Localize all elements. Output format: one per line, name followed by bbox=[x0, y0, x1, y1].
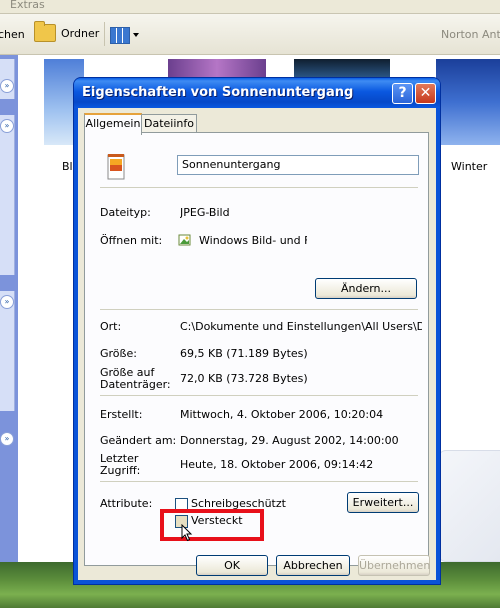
divider bbox=[100, 187, 418, 188]
divider bbox=[100, 481, 418, 482]
tab-dateiinfo[interactable]: Dateiinfo bbox=[141, 114, 197, 133]
folders-button-label: Ordner bbox=[61, 26, 100, 40]
modified-label: Geändert am: bbox=[100, 434, 177, 447]
opens-with-value: Windows Bild- und Fax bbox=[199, 234, 307, 247]
size-on-disk-value: 72,0 KB (73.728 Bytes) bbox=[180, 372, 308, 385]
collapse-chevron-icon[interactable]: » bbox=[0, 432, 14, 446]
size-value: 69,5 KB (71.189 Bytes) bbox=[180, 347, 308, 360]
views-grid-icon bbox=[110, 26, 130, 44]
toolbar-separator bbox=[104, 22, 105, 46]
filename-field[interactable]: Sonnenuntergang bbox=[177, 155, 419, 175]
menu-extras[interactable]: Extras bbox=[10, 0, 45, 11]
thumbnail-image[interactable] bbox=[294, 59, 390, 79]
explorer-toolbar: chen Ordner Norton AntiV bbox=[0, 14, 500, 55]
type-value: JPEG-Bild bbox=[180, 206, 230, 219]
accessed-value: Heute, 18. Oktober 2006, 09:14:42 bbox=[180, 458, 374, 471]
properties-dialog: Eigenschaften von Sonnenuntergang ? ✕ Al… bbox=[74, 78, 440, 584]
tab-panel-general: Sonnenuntergang Dateityp: JPEG-Bild Öffn… bbox=[84, 132, 429, 566]
dropdown-arrow-icon bbox=[133, 33, 139, 37]
location-label: Ort: bbox=[100, 320, 122, 333]
type-label: Dateityp: bbox=[100, 206, 151, 219]
menu-bar: Extras bbox=[0, 0, 500, 14]
background-graphic bbox=[438, 450, 500, 562]
red-highlight-box bbox=[160, 509, 264, 541]
mouse-cursor-icon bbox=[181, 524, 193, 542]
thumbnail-image[interactable] bbox=[168, 59, 266, 77]
attributes-label: Attribute: bbox=[100, 497, 153, 510]
location-value: C:\Dokumente und Einstellungen\All Users… bbox=[180, 320, 422, 333]
views-button[interactable] bbox=[110, 25, 144, 45]
task-pane-section bbox=[0, 115, 15, 275]
task-pane: » » » » bbox=[0, 55, 18, 565]
opens-with-label: Öffnen mit: bbox=[100, 234, 163, 247]
apply-button[interactable]: Übernehmen bbox=[358, 555, 430, 576]
picture-viewer-icon bbox=[178, 234, 191, 246]
task-pane-section bbox=[0, 291, 15, 411]
cancel-button[interactable]: Abbrechen bbox=[276, 555, 350, 576]
thumbnail-label[interactable]: Winter bbox=[451, 160, 487, 173]
dialog-title: Eigenschaften von Sonnenuntergang bbox=[82, 85, 354, 100]
size-label: Größe: bbox=[100, 347, 137, 360]
thumbnail-image[interactable] bbox=[436, 59, 500, 145]
image-file-icon bbox=[107, 154, 125, 180]
folders-button[interactable]: Ordner bbox=[34, 21, 100, 44]
divider bbox=[100, 395, 418, 396]
folder-icon bbox=[34, 21, 56, 42]
accessed-label-line2: Zugriff: bbox=[100, 464, 141, 477]
help-button[interactable]: ? bbox=[392, 83, 413, 104]
divider bbox=[100, 309, 418, 310]
ok-button[interactable]: OK bbox=[196, 555, 268, 576]
change-button[interactable]: Ändern... bbox=[315, 278, 417, 299]
collapse-chevron-icon[interactable]: » bbox=[0, 295, 14, 309]
collapse-chevron-icon[interactable]: » bbox=[0, 79, 14, 93]
created-label: Erstellt: bbox=[100, 408, 143, 421]
created-value: Mittwoch, 4. Oktober 2006, 10:20:04 bbox=[180, 408, 384, 421]
toolbar-search-button-label[interactable]: chen bbox=[0, 28, 25, 41]
norton-toolbar-label[interactable]: Norton AntiV bbox=[441, 28, 500, 41]
advanced-button[interactable]: Erweitert... bbox=[347, 492, 419, 513]
modified-value: Donnerstag, 29. August 2002, 14:00:00 bbox=[180, 434, 399, 447]
size-on-disk-label-line2: Datenträger: bbox=[100, 378, 171, 391]
close-button[interactable]: ✕ bbox=[415, 83, 436, 104]
dialog-titlebar[interactable]: Eigenschaften von Sonnenuntergang ? ✕ bbox=[74, 78, 440, 108]
dialog-client-area: Allgemein Dateiinfo Sonnenuntergang Date… bbox=[78, 108, 436, 580]
tab-allgemein[interactable]: Allgemein bbox=[84, 113, 142, 135]
collapse-chevron-icon[interactable]: » bbox=[0, 119, 14, 133]
